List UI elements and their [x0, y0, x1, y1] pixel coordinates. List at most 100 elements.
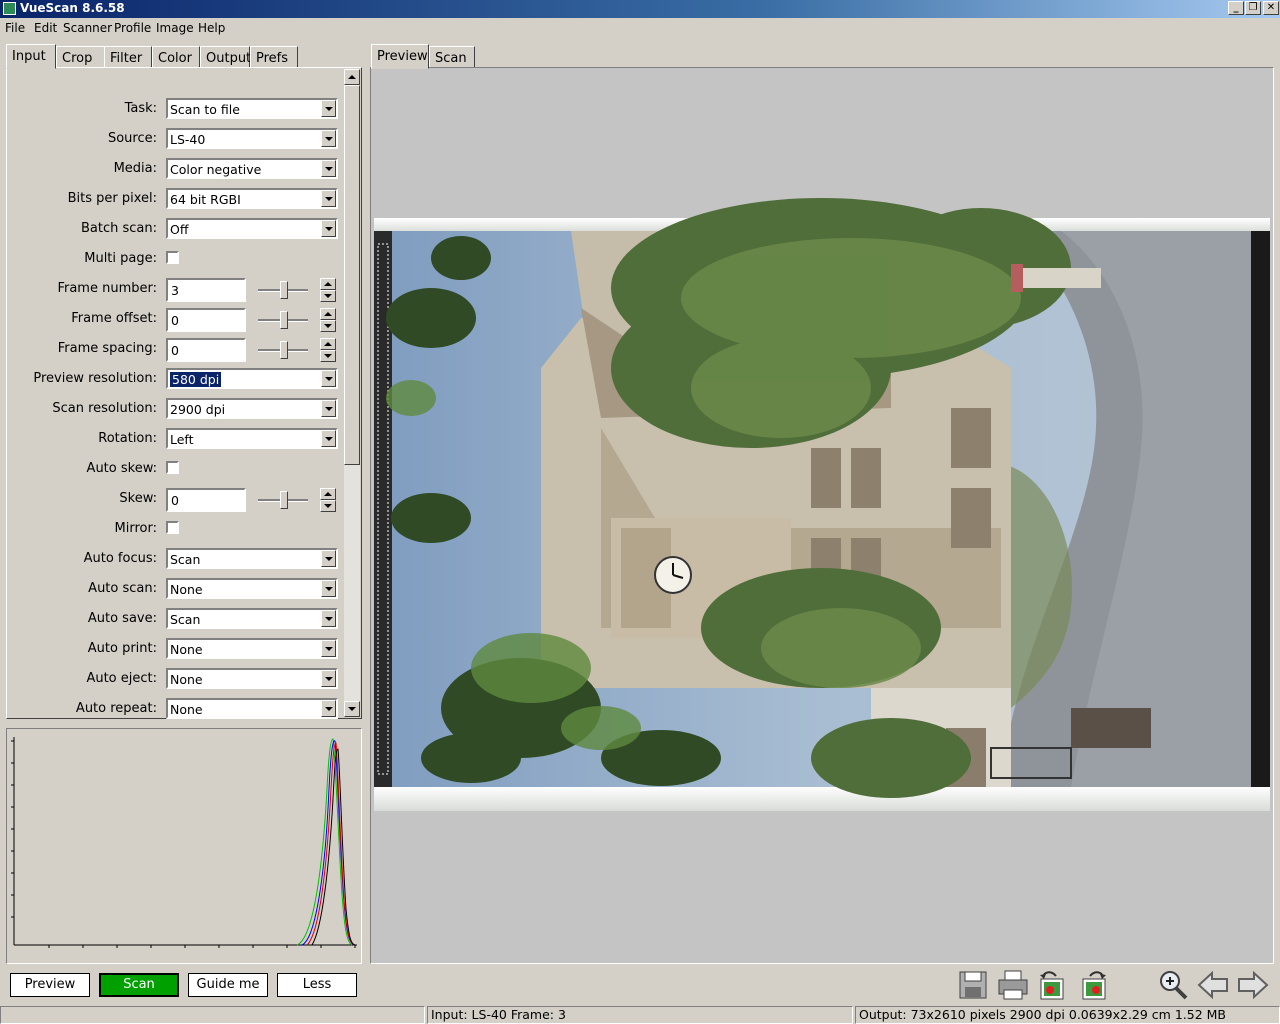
chevron-down-icon — [321, 430, 336, 447]
scan-resolution-select[interactable]: 2900 dpi — [166, 398, 338, 419]
histogram-plot — [11, 737, 357, 948]
chevron-down-icon — [321, 400, 336, 417]
chevron-down-icon — [321, 550, 336, 567]
tab-input[interactable]: Input — [6, 44, 56, 69]
auto-skew-label: Auto skew: — [86, 461, 157, 476]
media-value: Color negative — [170, 162, 262, 177]
task-label: Task: — [124, 101, 157, 116]
status-output: Output: 73x2610 pixels 2900 dpi 0.0639x2… — [855, 1006, 1280, 1024]
frame-offset-spinner[interactable] — [320, 308, 336, 332]
scan-res-value: 2900 dpi — [170, 402, 226, 417]
skew-slider[interactable] — [258, 490, 308, 510]
scan-button[interactable]: Scan — [99, 973, 179, 997]
input-form: Task: Scan to file Source: LS-40 Media: … — [0, 0, 362, 720]
auto-scan-select[interactable]: None — [166, 578, 338, 599]
skew-label: Skew: — [119, 491, 157, 506]
preview-image — [374, 198, 1270, 811]
scroll-down-button[interactable] — [344, 701, 360, 717]
chevron-down-icon — [321, 670, 336, 687]
preview-area[interactable] — [370, 67, 1274, 964]
frame-number-field[interactable]: 3 — [166, 278, 246, 302]
auto-repeat-value: None — [170, 702, 203, 717]
mirror-checkbox[interactable] — [166, 521, 179, 534]
auto-scan-value: None — [170, 582, 203, 597]
chevron-down-icon — [321, 700, 336, 717]
auto-eject-select[interactable]: None — [166, 668, 338, 689]
rotation-value: Left — [170, 432, 194, 447]
previous-icon[interactable] — [1196, 968, 1230, 1002]
chevron-down-icon — [321, 220, 336, 237]
auto-focus-value: Scan — [170, 552, 201, 567]
multi-page-checkbox[interactable] — [166, 251, 179, 264]
chevron-down-icon — [321, 370, 336, 387]
frame-spacing-slider[interactable] — [258, 340, 308, 360]
rotate-left-icon[interactable] — [1036, 968, 1070, 1002]
bits-value: 64 bit RGBI — [170, 192, 241, 207]
auto-print-label: Auto print: — [87, 641, 157, 656]
tab-preview[interactable]: Preview — [371, 44, 429, 69]
auto-skew-checkbox[interactable] — [166, 461, 179, 474]
chevron-down-icon — [321, 190, 336, 207]
guide-me-button[interactable]: Guide me — [188, 973, 268, 997]
chevron-down-icon — [321, 580, 336, 597]
settings-scrollbar[interactable] — [344, 69, 360, 717]
auto-repeat-select[interactable]: None — [166, 698, 338, 719]
frame-number-spinner[interactable] — [320, 278, 336, 302]
media-select[interactable]: Color negative — [166, 158, 338, 179]
restore-button[interactable]: ❐ — [1245, 1, 1261, 15]
source-label: Source: — [107, 131, 157, 146]
frame-spacing-value: 0 — [171, 343, 179, 358]
rotation-select[interactable]: Left — [166, 428, 338, 449]
zoom-in-icon[interactable] — [1156, 968, 1190, 1002]
preview-resolution-select[interactable]: 580 dpi — [166, 368, 338, 389]
batch-label: Batch scan: — [80, 221, 157, 236]
multi-label: Multi page: — [84, 251, 157, 266]
preview-res-value: 580 dpi — [170, 372, 222, 387]
preview-button[interactable]: Preview — [10, 973, 90, 997]
chevron-down-icon — [321, 610, 336, 627]
frame-spacing-field[interactable]: 0 — [166, 338, 246, 362]
frame-spacing-label: Frame spacing: — [57, 341, 157, 356]
auto-save-label: Auto save: — [87, 611, 157, 626]
batch-select[interactable]: Off — [166, 218, 338, 239]
auto-scan-label: Auto scan: — [88, 581, 157, 596]
skew-field[interactable]: 0 — [166, 488, 246, 512]
status-input: Input: LS-40 Frame: 3 — [427, 1006, 853, 1024]
frame-offset-slider[interactable] — [258, 310, 308, 330]
task-value: Scan to file — [170, 102, 240, 117]
scroll-thumb[interactable] — [344, 85, 360, 465]
frame-offset-value: 0 — [171, 313, 179, 328]
skew-spinner[interactable] — [320, 488, 336, 512]
less-button[interactable]: Less — [277, 973, 357, 997]
frame-number-label: Frame number: — [57, 281, 157, 296]
print-icon[interactable] — [996, 968, 1030, 1002]
scroll-up-button[interactable] — [344, 69, 360, 85]
chevron-down-icon — [321, 640, 336, 657]
minimize-button[interactable]: _ — [1228, 1, 1244, 15]
auto-print-value: None — [170, 642, 203, 657]
auto-print-select[interactable]: None — [166, 638, 338, 659]
rotate-right-icon[interactable] — [1076, 968, 1110, 1002]
frame-offset-label: Frame offset: — [71, 311, 157, 326]
batch-value: Off — [170, 222, 189, 237]
source-select[interactable]: LS-40 — [166, 128, 338, 149]
auto-focus-select[interactable]: Scan — [166, 548, 338, 569]
chevron-down-icon — [321, 160, 336, 177]
rotation-label: Rotation: — [98, 431, 157, 446]
auto-eject-label: Auto eject: — [86, 671, 157, 686]
frame-offset-field[interactable]: 0 — [166, 308, 246, 332]
tab-scan[interactable]: Scan — [429, 46, 475, 68]
task-select[interactable]: Scan to file — [166, 98, 338, 119]
frame-spacing-spinner[interactable] — [320, 338, 336, 362]
chevron-down-icon — [321, 100, 336, 117]
close-button[interactable]: ✕ — [1263, 1, 1279, 15]
frame-number-slider[interactable] — [258, 280, 308, 300]
next-icon[interactable] — [1236, 968, 1270, 1002]
save-icon[interactable] — [956, 968, 990, 1002]
auto-repeat-label: Auto repeat: — [75, 701, 157, 716]
auto-save-select[interactable]: Scan — [166, 608, 338, 629]
bits-select[interactable]: 64 bit RGBI — [166, 188, 338, 209]
chevron-down-icon — [321, 130, 336, 147]
frame-number-value: 3 — [171, 283, 179, 298]
bits-label: Bits per pixel: — [67, 191, 157, 206]
